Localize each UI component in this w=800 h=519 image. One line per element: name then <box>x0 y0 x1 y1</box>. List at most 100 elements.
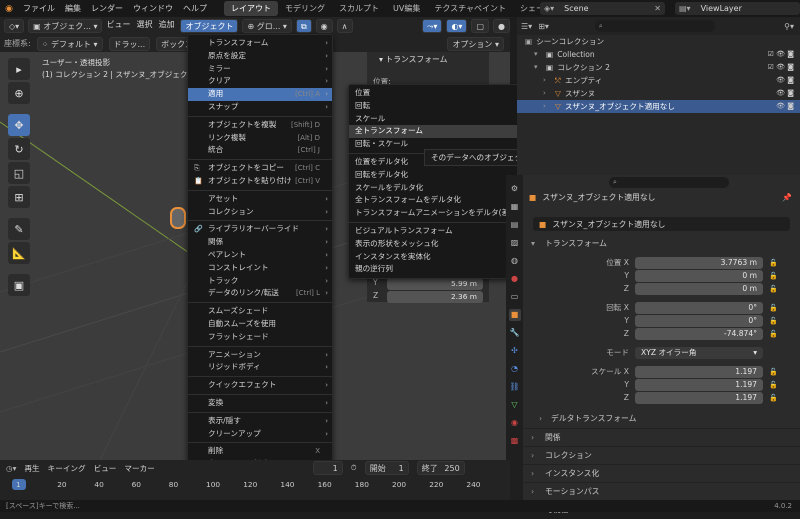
orientation-dropdown[interactable]: ⁘ デフォルト ▾ <box>36 36 103 51</box>
xray-icon[interactable]: ▢ <box>471 19 490 33</box>
blender-logo-icon[interactable]: ◉ <box>0 4 18 14</box>
end-frame-field[interactable]: 終了 250 <box>416 461 465 475</box>
menu-item[interactable]: ペアレント › <box>188 249 332 262</box>
visibility-icons[interactable]: 👁 ◙ <box>776 100 794 113</box>
object-tab-icon[interactable]: ■ <box>508 309 521 321</box>
keying-menu[interactable]: キーイング <box>48 463 86 474</box>
playback-menu[interactable]: 再生 <box>24 463 39 474</box>
gizmo-toggle-icon[interactable]: ⤳▾ <box>422 19 443 33</box>
shading-solid-icon[interactable]: ● <box>493 19 510 33</box>
texture-tab-icon[interactable]: ▩ <box>509 435 521 447</box>
scale-field[interactable]: 1.197 <box>635 391 763 404</box>
menu-item[interactable]: 位置 <box>349 87 533 100</box>
proportional-edit-icon[interactable]: ◉ <box>315 19 333 33</box>
cursor-icon[interactable]: ⊕ <box>8 82 30 104</box>
menu-item[interactable]: フラットシェード <box>188 331 332 344</box>
move-icon[interactable]: ✥ <box>8 114 30 136</box>
menu-item[interactable]: 関係 › <box>188 236 332 249</box>
stopwatch-icon[interactable]: ⏱ <box>351 463 357 473</box>
visibility-icons[interactable]: 👁 ◙ <box>776 87 794 100</box>
property-panel-header[interactable]: › 関係 <box>523 428 800 446</box>
lock-icon[interactable]: 🔓 <box>769 304 778 312</box>
menu-item[interactable]: リンク複製 [Alt] D <box>188 132 332 145</box>
visibility-icons[interactable]: ☑ 👁 ◙ <box>768 48 794 61</box>
annotate-icon[interactable]: ✎ <box>8 218 30 240</box>
data-tab-icon[interactable]: ▽ <box>509 399 521 411</box>
top-menu-0[interactable]: ファイル <box>18 0 60 17</box>
material-tab-icon[interactable]: ◉ <box>509 417 521 429</box>
menu-item[interactable]: トランスフォーム › <box>188 37 332 50</box>
add-cube-icon[interactable]: ▣ <box>8 274 30 296</box>
collection-tab-icon[interactable]: ▭ <box>509 291 521 303</box>
constraints-tab-icon[interactable]: ⛓ <box>509 381 521 393</box>
outliner-row[interactable]: › ▽ スザンヌ 👁 ◙ <box>517 87 800 100</box>
render-tab-icon[interactable]: ▦ <box>509 201 521 213</box>
properties-search-input[interactable]: ⌕ <box>609 176 729 188</box>
select-box-icon[interactable]: ▸ <box>8 58 30 80</box>
top-menu-4[interactable]: ヘルプ <box>178 0 212 17</box>
options-dropdown[interactable]: オプション ▾ <box>447 36 504 51</box>
physics-tab-icon[interactable]: ◔ <box>509 363 521 375</box>
transform-orientation-dropdown[interactable]: ⊕ グロ... ▾ <box>242 19 292 33</box>
drag-dropdown[interactable]: ドラッ... <box>108 36 151 51</box>
lock-icon[interactable]: 🔓 <box>769 330 778 338</box>
menu-item[interactable]: オブジェクトを複製 [Shift] D <box>188 119 332 132</box>
lock-icon[interactable]: 🔓 <box>769 381 778 389</box>
lock-icon[interactable]: 🔓 <box>769 272 778 280</box>
menu-item[interactable]: 📋 オブジェクトを貼り付け [Ctrl] V <box>188 175 332 188</box>
top-menu-1[interactable]: 編集 <box>60 0 86 17</box>
view-layer-tab-icon[interactable]: ▨ <box>509 237 521 249</box>
viewport-menu-0[interactable]: ビュー <box>106 19 130 33</box>
view-menu[interactable]: ビュー <box>94 463 117 474</box>
top-menu-2[interactable]: レンダー <box>86 0 128 17</box>
rotation-mode-dropdown[interactable]: XYZ オイラー角 ▾ <box>635 346 763 359</box>
start-frame-field[interactable]: 開始 1 <box>364 461 409 475</box>
menu-item[interactable]: 🔗 ライブラリオーバーライド › <box>188 223 332 236</box>
menu-item[interactable]: 表示/隠す › <box>188 415 332 428</box>
menu-item[interactable]: スムーズシェード <box>188 305 332 318</box>
outliner-row[interactable]: ▾ ▣ Collection ☑ 👁 ◙ <box>517 48 800 61</box>
transform-panel-header[interactable]: ▾ トランスフォーム <box>523 235 800 253</box>
viewport-menu-1[interactable]: 選択 <box>136 19 152 33</box>
delta-transform-header[interactable]: › デルタトランスフォーム <box>523 410 800 428</box>
view-layer-selector[interactable]: ▤▾ ViewLayer <box>675 2 800 15</box>
menu-item[interactable]: コンストレイント › <box>188 262 332 275</box>
menu-item[interactable]: 回転 <box>349 100 533 113</box>
property-panel-header[interactable]: › コレクション <box>523 446 800 464</box>
lock-icon[interactable]: 🔓 <box>769 259 778 267</box>
top-menu-3[interactable]: ウィンドウ <box>128 0 178 17</box>
transform-icon[interactable]: ⊞ <box>8 186 30 208</box>
workspace-tab-1[interactable]: モデリング <box>278 1 332 16</box>
lock-icon[interactable]: 🔓 <box>769 285 778 293</box>
overlay-toggle-icon[interactable]: ◐▾ <box>446 19 468 33</box>
menu-item[interactable]: スナップ › <box>188 101 332 114</box>
filter-view-icon[interactable]: ⊞▾ <box>538 22 549 31</box>
world-tab-icon[interactable]: ● <box>509 273 521 285</box>
chevron-icon[interactable]: › <box>543 87 551 100</box>
marker-menu[interactable]: マーカー <box>124 463 154 474</box>
editor-type-button[interactable]: ◇▾ <box>4 19 25 33</box>
lock-icon[interactable]: 🔓 <box>769 368 778 376</box>
chevron-icon[interactable]: › <box>543 74 551 87</box>
chevron-icon[interactable]: ▾ <box>534 48 542 61</box>
menu-item[interactable]: 自動スムーズを使用 <box>188 318 332 331</box>
close-icon[interactable]: ✕ <box>654 4 661 13</box>
property-panel-header[interactable]: › モーションパス <box>523 482 800 500</box>
scene-tab-icon[interactable]: ◍ <box>509 255 521 267</box>
rotate-icon[interactable]: ↻ <box>8 138 30 160</box>
menu-item[interactable]: データのリンク/転送 [Ctrl] L › <box>188 287 332 300</box>
tool-tab-icon[interactable]: ⚙ <box>509 183 521 195</box>
menu-item[interactable]: クリア › <box>188 75 332 88</box>
dim-z-field[interactable]: 2.36 m <box>387 291 483 303</box>
rotation-field[interactable]: -74.874° <box>635 327 763 340</box>
falloff-icon[interactable]: ∧ <box>336 19 353 33</box>
workspace-tab-2[interactable]: スカルプト <box>332 1 386 16</box>
lock-icon[interactable]: 🔓 <box>769 317 778 325</box>
output-tab-icon[interactable]: ▤ <box>509 219 521 231</box>
location-field[interactable]: 0 m <box>635 269 763 282</box>
lock-icon[interactable]: 🔓 <box>769 394 778 402</box>
outliner-search-input[interactable]: ⌕ <box>594 20 715 32</box>
menu-item[interactable]: 適用 [Ctrl] A › <box>188 88 332 101</box>
visibility-icons[interactable]: 👁 ◙ <box>776 74 794 87</box>
object-name-field[interactable]: ■ スザンヌ_オブジェクト適用なし <box>533 217 790 231</box>
